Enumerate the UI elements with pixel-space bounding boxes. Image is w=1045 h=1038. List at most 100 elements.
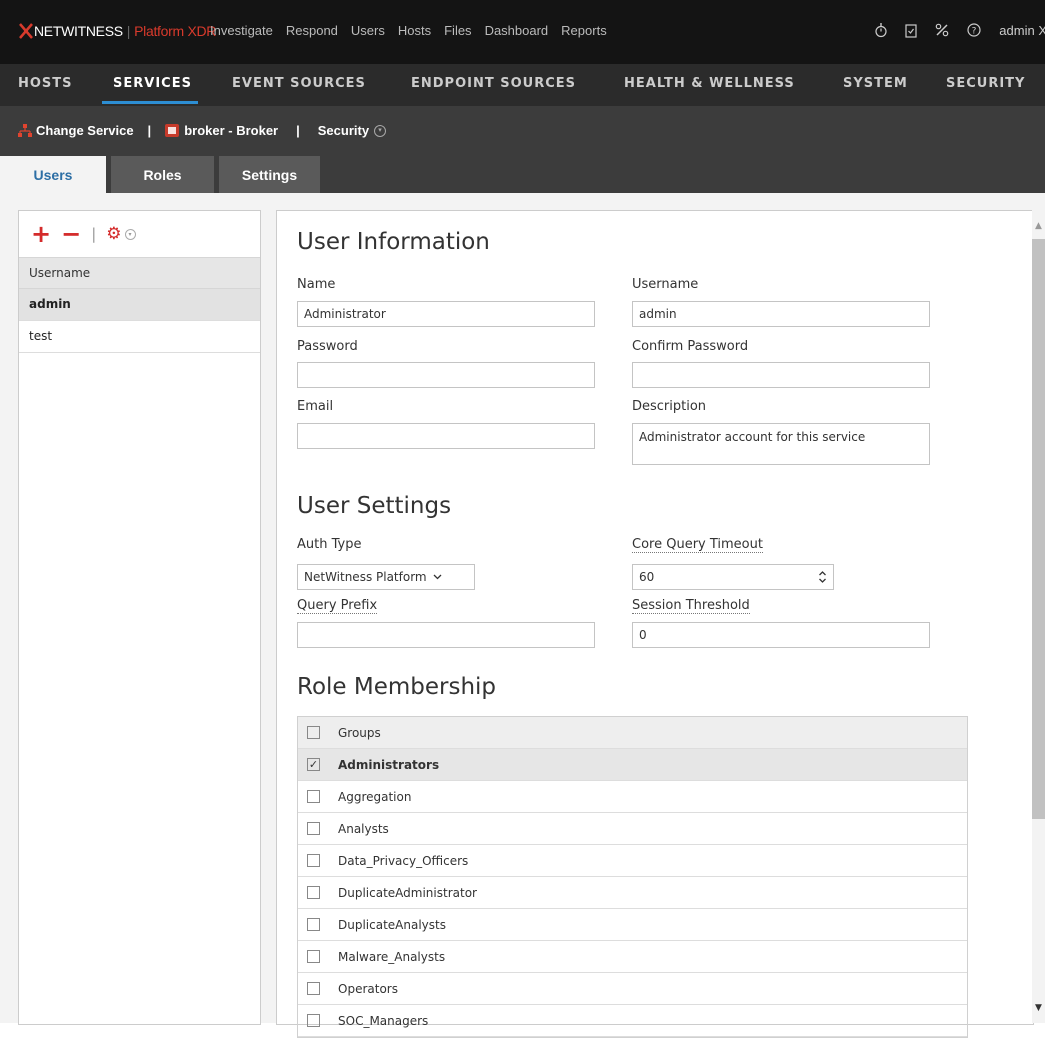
service-name[interactable]: broker - Broker — [165, 123, 278, 138]
group-row[interactable]: Malware_Analysts — [298, 941, 967, 973]
groups-table: Groups ✓ Administrators Aggregation Analyst… — [297, 716, 968, 1038]
auth-type-value: NetWitness Platform — [304, 570, 427, 584]
group-row[interactable]: Analysts — [298, 813, 967, 845]
tab-roles[interactable]: Roles — [111, 156, 214, 193]
nav-dashboard[interactable]: Dashboard — [485, 23, 549, 38]
nav-files[interactable]: Files — [444, 23, 471, 38]
group-name: DuplicateAdministrator — [338, 885, 477, 900]
active-tab-indicator — [102, 101, 198, 104]
settings-menu[interactable]: ⚙ ▾ — [106, 224, 136, 244]
chevron-down-icon — [433, 574, 442, 580]
group-row[interactable]: Data_Privacy_Officers — [298, 845, 967, 877]
group-checkbox[interactable] — [307, 950, 320, 963]
scrollbar-thumb[interactable] — [1032, 239, 1045, 819]
confirm-password-label: Confirm Password — [632, 339, 749, 354]
stopwatch-icon[interactable] — [875, 22, 887, 38]
subnav-endpoint-sources[interactable]: ENDPOINT SOURCES — [411, 76, 576, 91]
subnav-system[interactable]: SYSTEM — [843, 76, 908, 91]
add-user-icon[interactable]: + — [31, 222, 51, 246]
username-label: Username — [632, 277, 699, 292]
top-icons: ? admin X — [875, 22, 1045, 38]
subnav-health-wellness[interactable]: HEALTH & WELLNESS — [624, 76, 795, 91]
nav-investigate[interactable]: Investigate — [210, 23, 273, 38]
group-row[interactable]: ✓ Administrators — [298, 749, 967, 781]
groups-header-row: Groups — [298, 717, 967, 749]
logo[interactable]: NETWITNESS | Platform XDR — [18, 22, 216, 40]
group-checkbox[interactable] — [307, 982, 320, 995]
session-threshold-field[interactable]: 0 — [632, 622, 930, 648]
group-checkbox[interactable] — [307, 854, 320, 867]
email-field[interactable] — [297, 423, 595, 449]
select-all-checkbox[interactable] — [307, 726, 320, 739]
username-column-header[interactable]: Username — [19, 257, 260, 289]
group-row[interactable]: Aggregation — [298, 781, 967, 813]
password-label: Password — [297, 339, 358, 354]
scroll-down-icon[interactable]: ▼ — [1035, 1003, 1042, 1013]
session-threshold-text: Session Threshold — [632, 598, 750, 614]
chevron-down-icon: ▾ — [124, 228, 136, 240]
tab-users[interactable]: Users — [0, 156, 106, 193]
user-row-admin[interactable]: admin — [19, 289, 260, 321]
tools-icon[interactable] — [935, 23, 949, 37]
group-rows: ✓ Administrators Aggregation Analysts Data_P… — [298, 749, 967, 1037]
group-checkbox[interactable] — [307, 1014, 320, 1027]
change-service-label: Change Service — [36, 123, 134, 138]
group-checkbox[interactable] — [307, 790, 320, 803]
change-service-button[interactable]: Change Service — [18, 123, 134, 138]
subnav-security[interactable]: SECURITY — [946, 76, 1025, 91]
nav-respond[interactable]: Respond — [286, 23, 338, 38]
brand-separator: | — [126, 23, 131, 39]
username-field[interactable]: admin — [632, 301, 930, 327]
top-bar: NETWITNESS | Platform XDR Investigate Re… — [0, 0, 1045, 64]
group-row[interactable]: DuplicateAdministrator — [298, 877, 967, 909]
user-row-test[interactable]: test — [19, 321, 260, 353]
security-label: Security — [317, 123, 370, 138]
password-field[interactable] — [297, 362, 595, 388]
brand-product: Platform XDR — [134, 23, 217, 39]
name-field[interactable]: Administrator — [297, 301, 595, 327]
security-dropdown[interactable]: Security ▾ — [317, 123, 387, 138]
group-row[interactable]: SOC_Managers — [298, 1005, 967, 1037]
role-membership-title: Role Membership — [297, 674, 497, 700]
group-name: Analysts — [338, 821, 389, 836]
toolbar-divider: | — [91, 225, 97, 243]
service-bar-divider: | — [147, 123, 152, 138]
user-menu[interactable]: admin X — [999, 23, 1045, 38]
group-row[interactable]: DuplicateAnalysts — [298, 909, 967, 941]
subnav-services[interactable]: SERVICES — [113, 76, 192, 91]
session-threshold-label: Session Threshold — [632, 598, 750, 614]
gear-icon: ⚙ — [106, 224, 122, 244]
group-checkbox[interactable] — [307, 886, 320, 899]
broker-service-icon — [165, 124, 180, 137]
clipboard-icon[interactable] — [905, 23, 917, 38]
service-bar: Change Service | broker - Broker | Secur… — [0, 106, 1045, 156]
tab-settings[interactable]: Settings — [219, 156, 320, 193]
auth-type-select[interactable]: NetWitness Platform — [297, 564, 475, 590]
user-name: admin — [999, 22, 1035, 38]
query-prefix-field[interactable] — [297, 622, 595, 648]
subnav-event-sources[interactable]: EVENT SOURCES — [232, 76, 366, 91]
help-icon[interactable]: ? — [967, 23, 981, 37]
scroll-up-icon[interactable]: ▲ — [1035, 221, 1042, 231]
confirm-password-field[interactable] — [632, 362, 930, 388]
user-information-title: User Information — [297, 229, 490, 255]
main-nav: Investigate Respond Users Hosts Files Da… — [210, 23, 607, 38]
stepper-arrows-icon[interactable] — [818, 565, 827, 589]
group-checkbox[interactable] — [307, 918, 320, 931]
description-field[interactable]: Administrator account for this service — [632, 423, 930, 465]
user-settings-title: User Settings — [297, 493, 452, 519]
group-checkbox[interactable]: ✓ — [307, 758, 320, 771]
group-name: SOC_Managers — [338, 1013, 429, 1028]
brand-name: NETWITNESS — [34, 23, 123, 39]
group-name: Data_Privacy_Officers — [338, 853, 469, 868]
user-menu-suffix: X — [1038, 22, 1045, 38]
nav-hosts[interactable]: Hosts — [398, 23, 431, 38]
subnav-hosts[interactable]: HOSTS — [18, 76, 73, 91]
svg-text:?: ? — [972, 27, 977, 37]
group-checkbox[interactable] — [307, 822, 320, 835]
nav-reports[interactable]: Reports — [561, 23, 607, 38]
nav-users[interactable]: Users — [351, 23, 385, 38]
core-query-timeout-stepper[interactable]: 60 — [632, 564, 834, 590]
group-row[interactable]: Operators — [298, 973, 967, 1005]
remove-user-icon[interactable]: − — [61, 222, 81, 246]
